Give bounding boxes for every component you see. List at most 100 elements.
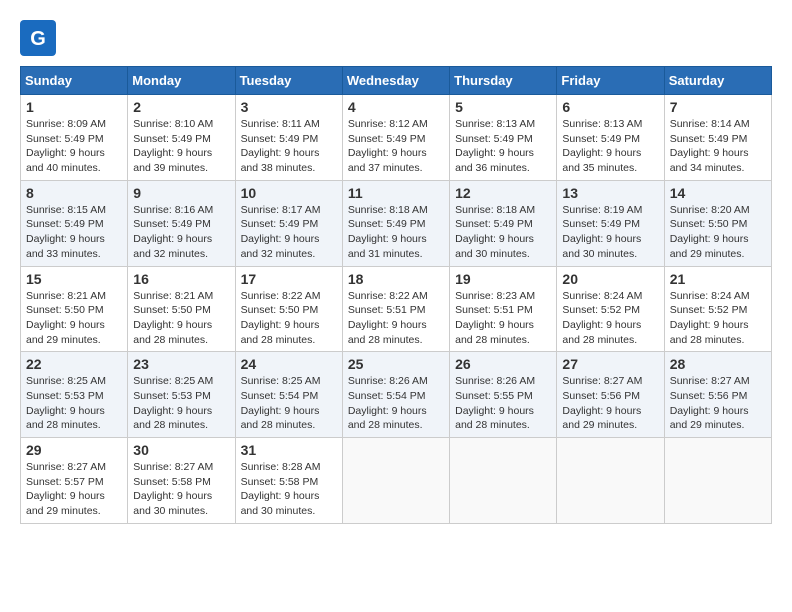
cell-text: Sunrise: 8:20 AMSunset: 5:50 PMDaylight:… <box>670 204 750 260</box>
calendar-cell-25: 25 Sunrise: 8:26 AMSunset: 5:54 PMDayligh… <box>342 352 449 438</box>
calendar-cell-21: 21Sunrise: 8:24 AMSunset: 5:52 PMDayligh… <box>664 266 771 352</box>
calendar-cell-8: 8 Sunrise: 8:15 AMSunset: 5:49 PMDaylight… <box>21 180 128 266</box>
cell-text: Sunrise: 8:26 AMSunset: 5:54 PMDaylight:… <box>348 375 428 431</box>
calendar-cell-15: 15 Sunrise: 8:21 AMSunset: 5:50 PMDayligh… <box>21 266 128 352</box>
cell-text: Sunrise: 8:18 AMSunset: 5:49 PMDaylight:… <box>348 204 428 260</box>
calendar-cell-29: 29 Sunrise: 8:27 AMSunset: 5:57 PMDayligh… <box>21 438 128 524</box>
logo: G <box>20 20 64 56</box>
calendar-cell-19: 19 Sunrise: 8:23 AMSunset: 5:51 PMDayligh… <box>450 266 557 352</box>
day-number: 8 <box>26 185 122 201</box>
weekday-header-friday: Friday <box>557 67 664 95</box>
cell-text: Sunrise: 8:22 AMSunset: 5:50 PMDaylight:… <box>241 290 321 346</box>
calendar-cell-1: 1 Sunrise: 8:09 AMSunset: 5:49 PMDaylight… <box>21 95 128 181</box>
day-number: 27 <box>562 356 658 372</box>
calendar-cell-empty <box>450 438 557 524</box>
day-number: 10 <box>241 185 337 201</box>
day-number: 14 <box>670 185 766 201</box>
cell-text: Sunrise: 8:15 AMSunset: 5:49 PMDaylight:… <box>26 204 106 260</box>
calendar-cell-12: 12 Sunrise: 8:18 AMSunset: 5:49 PMDayligh… <box>450 180 557 266</box>
day-number: 6 <box>562 99 658 115</box>
cell-text: Sunrise: 8:21 AMSunset: 5:50 PMDaylight:… <box>26 290 106 346</box>
calendar-cell-17: 17 Sunrise: 8:22 AMSunset: 5:50 PMDayligh… <box>235 266 342 352</box>
cell-text: Sunrise: 8:23 AMSunset: 5:51 PMDaylight:… <box>455 290 535 346</box>
cell-text: Sunrise: 8:17 AMSunset: 5:49 PMDaylight:… <box>241 204 321 260</box>
calendar-week-0: 1 Sunrise: 8:09 AMSunset: 5:49 PMDaylight… <box>21 95 772 181</box>
day-number: 31 <box>241 442 337 458</box>
logo-icon: G <box>20 20 56 56</box>
page-header: G <box>20 20 772 56</box>
cell-text: Sunrise: 8:16 AMSunset: 5:49 PMDaylight:… <box>133 204 213 260</box>
cell-text: Sunrise: 8:21 AMSunset: 5:50 PMDaylight:… <box>133 290 213 346</box>
day-number: 15 <box>26 271 122 287</box>
day-number: 5 <box>455 99 551 115</box>
cell-text: Sunrise: 8:09 AMSunset: 5:49 PMDaylight:… <box>26 118 106 174</box>
weekday-header-thursday: Thursday <box>450 67 557 95</box>
day-number: 29 <box>26 442 122 458</box>
calendar-cell-24: 24 Sunrise: 8:25 AMSunset: 5:54 PMDayligh… <box>235 352 342 438</box>
cell-text: Sunrise: 8:11 AMSunset: 5:49 PMDaylight:… <box>241 118 320 174</box>
calendar-cell-13: 13 Sunrise: 8:19 AMSunset: 5:49 PMDayligh… <box>557 180 664 266</box>
calendar-cell-16: 16 Sunrise: 8:21 AMSunset: 5:50 PMDayligh… <box>128 266 235 352</box>
calendar-cell-2: 2 Sunrise: 8:10 AMSunset: 5:49 PMDaylight… <box>128 95 235 181</box>
calendar-week-1: 8 Sunrise: 8:15 AMSunset: 5:49 PMDaylight… <box>21 180 772 266</box>
calendar-cell-7: 7Sunrise: 8:14 AMSunset: 5:49 PMDaylight… <box>664 95 771 181</box>
cell-text: Sunrise: 8:13 AMSunset: 5:49 PMDaylight:… <box>562 118 642 174</box>
calendar-table: SundayMondayTuesdayWednesdayThursdayFrid… <box>20 66 772 524</box>
cell-text: Sunrise: 8:25 AMSunset: 5:53 PMDaylight:… <box>133 375 213 431</box>
calendar-week-4: 29 Sunrise: 8:27 AMSunset: 5:57 PMDayligh… <box>21 438 772 524</box>
cell-text: Sunrise: 8:25 AMSunset: 5:54 PMDaylight:… <box>241 375 321 431</box>
day-number: 4 <box>348 99 444 115</box>
calendar-week-2: 15 Sunrise: 8:21 AMSunset: 5:50 PMDayligh… <box>21 266 772 352</box>
day-number: 25 <box>348 356 444 372</box>
day-number: 13 <box>562 185 658 201</box>
calendar-cell-18: 18 Sunrise: 8:22 AMSunset: 5:51 PMDayligh… <box>342 266 449 352</box>
day-number: 30 <box>133 442 229 458</box>
day-number: 2 <box>133 99 229 115</box>
day-number: 17 <box>241 271 337 287</box>
calendar-cell-empty <box>664 438 771 524</box>
cell-text: Sunrise: 8:27 AMSunset: 5:57 PMDaylight:… <box>26 461 106 517</box>
cell-text: Sunrise: 8:12 AMSunset: 5:49 PMDaylight:… <box>348 118 428 174</box>
calendar-cell-5: 5Sunrise: 8:13 AMSunset: 5:49 PMDaylight… <box>450 95 557 181</box>
svg-text:G: G <box>30 28 46 50</box>
calendar-cell-22: 22 Sunrise: 8:25 AMSunset: 5:53 PMDayligh… <box>21 352 128 438</box>
calendar-cell-30: 30 Sunrise: 8:27 AMSunset: 5:58 PMDayligh… <box>128 438 235 524</box>
calendar-cell-9: 9 Sunrise: 8:16 AMSunset: 5:49 PMDaylight… <box>128 180 235 266</box>
cell-text: Sunrise: 8:22 AMSunset: 5:51 PMDaylight:… <box>348 290 428 346</box>
calendar-cell-10: 10 Sunrise: 8:17 AMSunset: 5:49 PMDayligh… <box>235 180 342 266</box>
calendar-cell-20: 20 Sunrise: 8:24 AMSunset: 5:52 PMDayligh… <box>557 266 664 352</box>
weekday-header-row: SundayMondayTuesdayWednesdayThursdayFrid… <box>21 67 772 95</box>
day-number: 20 <box>562 271 658 287</box>
calendar-cell-empty <box>557 438 664 524</box>
calendar-cell-3: 3Sunrise: 8:11 AMSunset: 5:49 PMDaylight… <box>235 95 342 181</box>
day-number: 7 <box>670 99 766 115</box>
cell-text: Sunrise: 8:24 AMSunset: 5:52 PMDaylight:… <box>562 290 642 346</box>
calendar-cell-28: 28 Sunrise: 8:27 AMSunset: 5:56 PMDayligh… <box>664 352 771 438</box>
calendar-cell-11: 11Sunrise: 8:18 AMSunset: 5:49 PMDayligh… <box>342 180 449 266</box>
cell-text: Sunrise: 8:28 AMSunset: 5:58 PMDaylight:… <box>241 461 321 517</box>
day-number: 28 <box>670 356 766 372</box>
day-number: 1 <box>26 99 122 115</box>
cell-text: Sunrise: 8:27 AMSunset: 5:56 PMDaylight:… <box>562 375 642 431</box>
day-number: 26 <box>455 356 551 372</box>
cell-text: Sunrise: 8:25 AMSunset: 5:53 PMDaylight:… <box>26 375 106 431</box>
day-number: 22 <box>26 356 122 372</box>
calendar-week-3: 22 Sunrise: 8:25 AMSunset: 5:53 PMDayligh… <box>21 352 772 438</box>
day-number: 9 <box>133 185 229 201</box>
calendar-cell-empty <box>342 438 449 524</box>
cell-text: Sunrise: 8:24 AMSunset: 5:52 PMDaylight:… <box>670 290 750 346</box>
cell-text: Sunrise: 8:27 AMSunset: 5:56 PMDaylight:… <box>670 375 750 431</box>
day-number: 24 <box>241 356 337 372</box>
weekday-header-saturday: Saturday <box>664 67 771 95</box>
cell-text: Sunrise: 8:19 AMSunset: 5:49 PMDaylight:… <box>562 204 642 260</box>
day-number: 16 <box>133 271 229 287</box>
day-number: 12 <box>455 185 551 201</box>
calendar-cell-26: 26Sunrise: 8:26 AMSunset: 5:55 PMDayligh… <box>450 352 557 438</box>
day-number: 18 <box>348 271 444 287</box>
calendar-cell-6: 6 Sunrise: 8:13 AMSunset: 5:49 PMDaylight… <box>557 95 664 181</box>
cell-text: Sunrise: 8:18 AMSunset: 5:49 PMDaylight:… <box>455 204 535 260</box>
day-number: 19 <box>455 271 551 287</box>
cell-text: Sunrise: 8:10 AMSunset: 5:49 PMDaylight:… <box>133 118 213 174</box>
weekday-header-wednesday: Wednesday <box>342 67 449 95</box>
cell-text: Sunrise: 8:27 AMSunset: 5:58 PMDaylight:… <box>133 461 213 517</box>
